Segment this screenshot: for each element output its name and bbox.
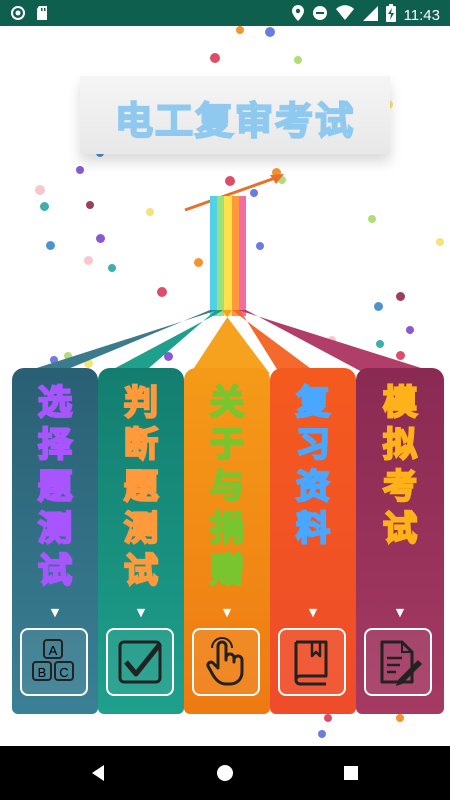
home-icon bbox=[217, 765, 233, 781]
confetti-dot bbox=[210, 53, 220, 63]
confetti-dot bbox=[95, 233, 105, 243]
do-not-disturb-icon bbox=[312, 5, 328, 25]
sd-card-icon bbox=[36, 5, 50, 25]
down-triangle-icon: ▼ bbox=[395, 606, 405, 619]
home-button[interactable] bbox=[195, 746, 255, 800]
confetti-dot bbox=[157, 287, 167, 297]
confetti-dot bbox=[324, 714, 332, 722]
book-icon bbox=[278, 628, 346, 696]
confetti-dot bbox=[83, 255, 93, 265]
confetti-dot bbox=[256, 242, 264, 250]
confetti-dot bbox=[193, 257, 203, 267]
panel-about-donate-label: 关于与捐赠 bbox=[209, 382, 245, 592]
app-title: 电工复审考试 bbox=[114, 98, 355, 144]
confetti-dot bbox=[35, 185, 45, 195]
navigation-bar bbox=[0, 746, 450, 800]
panel-choice-test[interactable]: 选择题测试 ▼ A B C bbox=[12, 368, 98, 714]
confetti-dot bbox=[86, 201, 94, 209]
circle-notification-icon bbox=[10, 5, 26, 25]
down-triangle-icon: ▼ bbox=[222, 606, 232, 619]
panel-choice-test-label: 选择题测试 bbox=[37, 382, 73, 592]
confetti-dot bbox=[436, 238, 444, 246]
clock-time: 11:43 bbox=[403, 6, 440, 24]
title-banner: 电工复审考试 bbox=[80, 76, 390, 154]
down-triangle-icon: ▼ bbox=[136, 606, 146, 619]
confetti-dot bbox=[45, 240, 55, 250]
panel-study-materials-label: 复习资料 bbox=[295, 382, 331, 550]
status-left-icons bbox=[10, 5, 50, 25]
confetti-dot bbox=[396, 714, 404, 722]
hand-pointer-icon bbox=[192, 628, 260, 696]
status-bar: 11:43 bbox=[0, 0, 450, 26]
recents-button[interactable] bbox=[321, 746, 381, 800]
confetti-dot bbox=[108, 264, 116, 272]
svg-text:A: A bbox=[49, 643, 58, 658]
exam-paper-icon bbox=[364, 628, 432, 696]
confetti-dot bbox=[265, 27, 275, 37]
down-triangle-icon: ▼ bbox=[50, 606, 60, 619]
panel-mock-exam[interactable]: 模拟考试 ▼ bbox=[356, 368, 444, 714]
confetti-dot bbox=[368, 215, 376, 223]
svg-text:C: C bbox=[59, 665, 68, 680]
panel-mock-exam-label: 模拟考试 bbox=[382, 382, 418, 550]
confetti-dot bbox=[146, 208, 154, 216]
svg-text:B: B bbox=[38, 665, 47, 680]
signal-icon bbox=[362, 5, 378, 25]
abc-blocks-icon: A B C bbox=[20, 628, 88, 696]
down-triangle-icon: ▼ bbox=[308, 606, 318, 619]
panel-study-materials[interactable]: 复习资料 ▼ bbox=[270, 368, 356, 714]
panel-judgment-test-label: 判断题测试 bbox=[123, 382, 159, 592]
confetti-dot bbox=[39, 201, 49, 211]
panel-about-donate[interactable]: 关于与捐赠 ▼ bbox=[184, 368, 270, 714]
confetti-dot bbox=[76, 166, 84, 174]
rainbow-stem bbox=[210, 196, 247, 316]
confetti-dot bbox=[236, 26, 244, 34]
confetti-dot bbox=[318, 730, 326, 738]
recents-icon bbox=[344, 766, 358, 780]
location-icon bbox=[291, 5, 304, 25]
panel-judgment-test[interactable]: 判断题测试 ▼ bbox=[98, 368, 184, 714]
checkmark-icon bbox=[106, 628, 174, 696]
back-icon bbox=[92, 765, 104, 781]
battery-charging-icon bbox=[385, 4, 396, 26]
confetti-dot bbox=[294, 56, 302, 64]
wifi-icon bbox=[335, 5, 354, 25]
status-right-icons: 11:43 bbox=[291, 4, 440, 26]
back-button[interactable] bbox=[68, 746, 128, 800]
